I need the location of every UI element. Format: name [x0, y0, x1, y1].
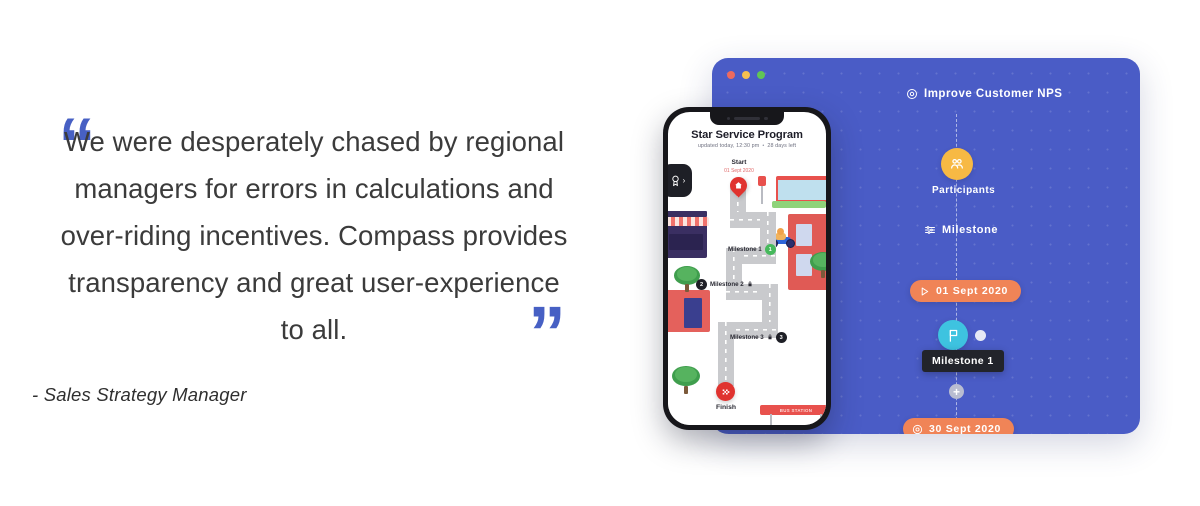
- milestone-status-dot[interactable]: [975, 329, 986, 341]
- goal-row[interactable]: Improve Customer NPS: [906, 88, 1140, 100]
- map-milestone-3-chip[interactable]: 3: [775, 332, 787, 343]
- milestone-section-label: Milestone: [942, 224, 999, 236]
- sensor-icon: [764, 116, 768, 121]
- participants-circle[interactable]: [941, 148, 973, 180]
- minimize-window-dot[interactable]: [742, 71, 750, 79]
- finish-label: Finish: [715, 404, 736, 411]
- bus-stop-pole: [761, 186, 763, 204]
- program-title: Star Service Program: [691, 129, 803, 141]
- map-milestone-2-chip[interactable]: 2: [696, 279, 707, 290]
- flag-icon: [946, 328, 961, 343]
- updated-text: updated today, 12:30 pm: [697, 143, 760, 149]
- rewards-badge-tab[interactable]: ›: [668, 164, 692, 197]
- bus-shelter-illustration: [776, 176, 826, 202]
- speaker-icon: [734, 117, 760, 120]
- program-subtitle: updated today, 12:30 pm • 28 days left: [668, 143, 826, 149]
- sliders-icon: [924, 224, 936, 236]
- phone-notch: [710, 112, 784, 125]
- plus-icon: +: [952, 384, 960, 399]
- lock-icon: [767, 334, 773, 342]
- target-icon: [912, 424, 923, 435]
- map-milestone-1-chip[interactable]: 1: [764, 244, 776, 255]
- milestone-circle[interactable]: [938, 320, 968, 350]
- banner-leg: [820, 414, 822, 425]
- end-date-pill[interactable]: 30 Sept 2020: [903, 418, 1015, 435]
- window-controls[interactable]: [727, 71, 765, 79]
- tree-illustration: [672, 366, 700, 394]
- banner-leg: [770, 414, 772, 425]
- testimonial-attribution: - Sales Strategy Manager: [32, 384, 247, 405]
- start-date-label: 01 Sept 2020: [936, 285, 1009, 297]
- finish-flag-icon: [721, 387, 731, 397]
- close-quote-icon: ”: [528, 291, 566, 376]
- home-icon: [734, 181, 743, 190]
- bus-stop-sign: [758, 176, 766, 186]
- close-window-dot[interactable]: [727, 71, 735, 79]
- maximize-window-dot[interactable]: [757, 71, 765, 79]
- program-timeline: Improve Customer NPS Participants Milest…: [892, 82, 1132, 434]
- participants-label: Participants: [932, 185, 996, 196]
- play-icon: [919, 286, 930, 297]
- participants-node[interactable]: Participants: [932, 148, 996, 196]
- map-milestone-2[interactable]: 2 Milestone 2: [696, 279, 753, 290]
- milestone-tooltip: Milestone 1: [922, 350, 1004, 372]
- start-date-label: 01 Sept 2020: [724, 168, 754, 174]
- map-milestone-1-label: Milestone 1: [728, 246, 762, 253]
- target-icon: [906, 88, 918, 100]
- grass-patch: [772, 201, 826, 208]
- milestone-node[interactable]: [938, 320, 986, 350]
- chevron-right-icon: ›: [682, 175, 686, 185]
- testimonial-panel: “ We were desperately chased by regional…: [0, 0, 620, 506]
- phone-mockup: Star Service Program updated today, 12:3…: [663, 107, 831, 430]
- camera-icon: [726, 116, 730, 121]
- map-milestone-3[interactable]: Milestone 3 3: [730, 332, 787, 343]
- milestone-section-header[interactable]: Milestone: [924, 224, 998, 236]
- phone-screen: Star Service Program updated today, 12:3…: [668, 112, 826, 425]
- goal-label: Improve Customer NPS: [924, 88, 1063, 100]
- finish-marker[interactable]: [716, 382, 735, 401]
- start-label: Start: [731, 159, 747, 166]
- lock-icon: [747, 281, 753, 289]
- days-left-text: 28 days left: [767, 143, 797, 149]
- bakery-shop-illustration: [668, 211, 709, 258]
- testimonial-quote-text: We were desperately chased by regional m…: [60, 126, 568, 345]
- map-milestone-1[interactable]: Milestone 1 1: [728, 244, 776, 255]
- bus-station-label: BUS STATION: [779, 407, 813, 413]
- screenshot-root: “ We were desperately chased by regional…: [0, 0, 1200, 506]
- award-badge-icon: [669, 174, 682, 187]
- tree-illustration: [810, 252, 826, 278]
- start-date-pill[interactable]: 01 Sept 2020: [910, 280, 1022, 302]
- end-date-label: 30 Sept 2020: [929, 423, 1002, 434]
- journey-map[interactable]: Start 01 Sept 2020 Milestone 1 1 2 Miles…: [668, 154, 826, 425]
- store-illustration: [668, 290, 710, 332]
- map-milestone-2-label: Milestone 2: [710, 281, 744, 288]
- people-icon: [949, 156, 965, 172]
- add-milestone-button[interactable]: +: [949, 384, 964, 399]
- map-milestone-3-label: Milestone 3: [730, 334, 764, 341]
